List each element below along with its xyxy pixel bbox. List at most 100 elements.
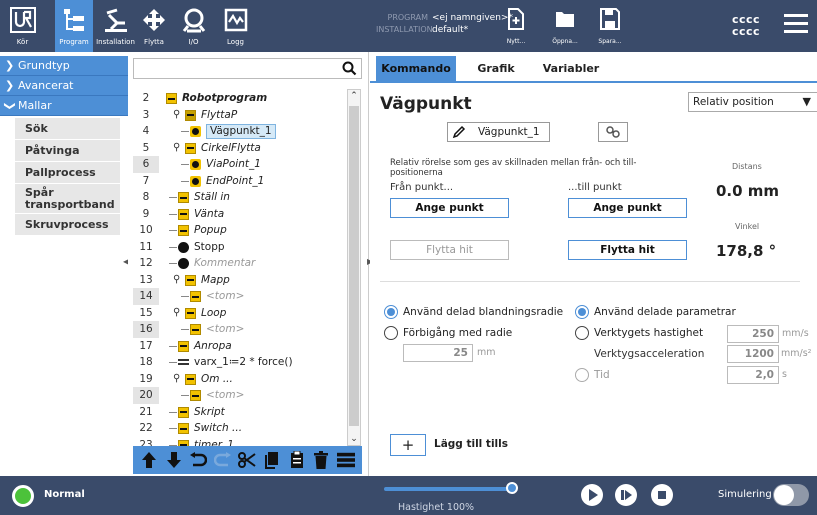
- save-button[interactable]: Spara...: [590, 6, 630, 50]
- tool-speed-input[interactable]: 250: [727, 325, 779, 343]
- tree-row-number: 22: [139, 422, 153, 434]
- tree-row[interactable]: 17 Anropa: [133, 338, 347, 355]
- simulation-toggle[interactable]: [773, 484, 809, 506]
- tree-row[interactable]: 11 Stopp: [133, 239, 347, 256]
- collapse-pin-icon[interactable]: ⚲: [173, 305, 180, 322]
- copy-icon[interactable]: [263, 450, 281, 470]
- tree-row-number: 11: [139, 240, 153, 253]
- collapse-pin-icon[interactable]: ⚲: [173, 140, 180, 157]
- move-up-icon[interactable]: [140, 450, 158, 470]
- tree-row[interactable]: 21 Skript: [133, 404, 347, 421]
- tab-command[interactable]: Kommando: [376, 56, 456, 81]
- tab-run[interactable]: Kör: [0, 0, 45, 52]
- blend-radius-radio[interactable]: Förbigång med radie: [384, 326, 512, 340]
- nav-section-basic[interactable]: ❯ Grundtyp: [0, 56, 128, 76]
- blend-shared-radio[interactable]: Använd delad blandningsradie: [384, 305, 563, 319]
- tree-row[interactable]: 22 Switch ...: [133, 420, 347, 437]
- tool-accel-label: Verktygsacceleration: [594, 348, 705, 360]
- paste-icon[interactable]: [288, 450, 306, 470]
- tree-row[interactable]: 10 Popup: [133, 222, 347, 239]
- tab-log[interactable]: Logg: [218, 0, 253, 52]
- tree-row[interactable]: 13 ⚲ Mapp: [133, 272, 347, 289]
- set-from-point-button[interactable]: Ange punkt: [390, 198, 509, 218]
- nav-item-screwdriving[interactable]: Skruvprocess: [15, 214, 120, 236]
- move-here-from-button[interactable]: Flytta hit: [390, 240, 509, 260]
- time-radio[interactable]: Tid: [575, 368, 610, 382]
- tree-row[interactable]: 5 ⚲ CirkelFlytta: [133, 140, 347, 157]
- speed-slider-track[interactable]: [384, 487, 512, 491]
- folder-open-icon: [556, 12, 574, 27]
- open-button[interactable]: Öppna...: [545, 6, 585, 50]
- tree-row-number: 3: [142, 108, 150, 121]
- nav-item-conveyor-tracking[interactable]: Spår transportband: [15, 184, 120, 214]
- tab-move[interactable]: Flytta: [138, 0, 170, 52]
- delete-icon[interactable]: [312, 450, 330, 470]
- redo-icon[interactable]: [213, 450, 232, 470]
- cut-icon[interactable]: [238, 450, 257, 470]
- new-button[interactable]: Nytt...: [496, 6, 536, 50]
- tree-row[interactable]: 15 ⚲ Loop: [133, 305, 347, 322]
- add-until-button[interactable]: +: [390, 434, 426, 456]
- position-mode-select[interactable]: Relativ position ▼: [688, 92, 817, 112]
- move-down-icon[interactable]: [165, 450, 183, 470]
- tree-row[interactable]: 20 <tom>: [133, 387, 347, 404]
- search-icon[interactable]: [342, 61, 357, 76]
- tab-variables[interactable]: Variabler: [536, 56, 606, 81]
- link-button[interactable]: [598, 122, 628, 142]
- tool-accel-input[interactable]: 1200: [727, 345, 779, 363]
- speed-slider-handle[interactable]: [506, 482, 518, 494]
- nav-item-palletizing[interactable]: Pallprocess: [15, 162, 120, 184]
- status-indicator-icon[interactable]: [12, 485, 34, 507]
- tab-graphics[interactable]: Grafik: [466, 56, 526, 81]
- blend-radius-input[interactable]: 25: [403, 344, 473, 362]
- tree-row[interactable]: 2 Robotprogram: [133, 90, 347, 107]
- tree-row[interactable]: 8 Ställ in: [133, 189, 347, 206]
- tree-row[interactable]: 9 Vänta: [133, 206, 347, 223]
- tree-row[interactable]: 6 ViaPoint_1: [133, 156, 347, 173]
- scroll-up-icon[interactable]: ⌃: [348, 91, 360, 101]
- collapse-pin-icon[interactable]: ⚲: [173, 272, 180, 289]
- nav-section-advanced[interactable]: ❯ Avancerat: [0, 76, 128, 96]
- play-button[interactable]: [581, 484, 603, 506]
- pencil-icon[interactable]: [452, 125, 466, 139]
- tab-program[interactable]: Program: [55, 0, 93, 52]
- tree-row[interactable]: 14 <tom>: [133, 288, 347, 305]
- position-mode-value: Relativ position: [693, 96, 774, 108]
- tree-row[interactable]: 7 EndPoint_1: [133, 173, 347, 190]
- tab-installation[interactable]: Installation: [93, 0, 138, 52]
- waypoint-name-field[interactable]: Vägpunkt_1: [447, 122, 550, 142]
- undo-icon[interactable]: [189, 450, 208, 470]
- tree-row-label: <tom>: [206, 290, 245, 302]
- tree-search-input[interactable]: [133, 58, 362, 79]
- tree-row[interactable]: 18 varx_1≔2 * force(): [133, 354, 347, 371]
- move-here-to-button[interactable]: Flytta hit: [568, 240, 687, 260]
- radio-circle: [384, 305, 398, 319]
- wait-icon: [178, 208, 189, 220]
- tree-connector: [169, 362, 177, 363]
- time-input[interactable]: 2,0: [727, 366, 779, 384]
- tree-row[interactable]: 12 Kommentar: [133, 255, 347, 272]
- tree-scrollbar[interactable]: ⌃ ⌄: [347, 89, 361, 446]
- scroll-thumb[interactable]: [349, 106, 359, 426]
- tree-row[interactable]: 16 <tom>: [133, 321, 347, 338]
- suppress-icon[interactable]: [336, 450, 355, 470]
- nav-item-force[interactable]: Påtvinga: [15, 140, 120, 162]
- tree-row[interactable]: 4 Vägpunkt_1: [133, 123, 347, 140]
- collapse-pin-icon[interactable]: ⚲: [173, 371, 180, 388]
- tree-row[interactable]: 19 ⚲ Om ...: [133, 371, 347, 388]
- tree-row[interactable]: 3 ⚲ FlyttaP: [133, 107, 347, 124]
- nav-item-search[interactable]: Sök: [15, 118, 120, 140]
- collapse-pin-icon[interactable]: ⚲: [173, 107, 180, 124]
- tree-row-label: Skript: [194, 405, 225, 418]
- scroll-down-icon[interactable]: ⌄: [348, 434, 360, 444]
- stop-button[interactable]: [651, 484, 673, 506]
- set-to-point-button[interactable]: Ange punkt: [568, 198, 687, 218]
- menu-hamburger-icon[interactable]: [784, 14, 808, 36]
- tab-io[interactable]: I/O: [176, 0, 211, 52]
- tree-connector: [181, 164, 189, 165]
- param-shared-radio[interactable]: Använd delade parametrar: [575, 305, 736, 319]
- tool-speed-radio[interactable]: Verktygets hastighet: [575, 326, 703, 340]
- step-button[interactable]: [615, 484, 637, 506]
- tree-row-number: 17: [139, 339, 153, 352]
- nav-section-templates[interactable]: ❯ Mallar: [0, 96, 128, 116]
